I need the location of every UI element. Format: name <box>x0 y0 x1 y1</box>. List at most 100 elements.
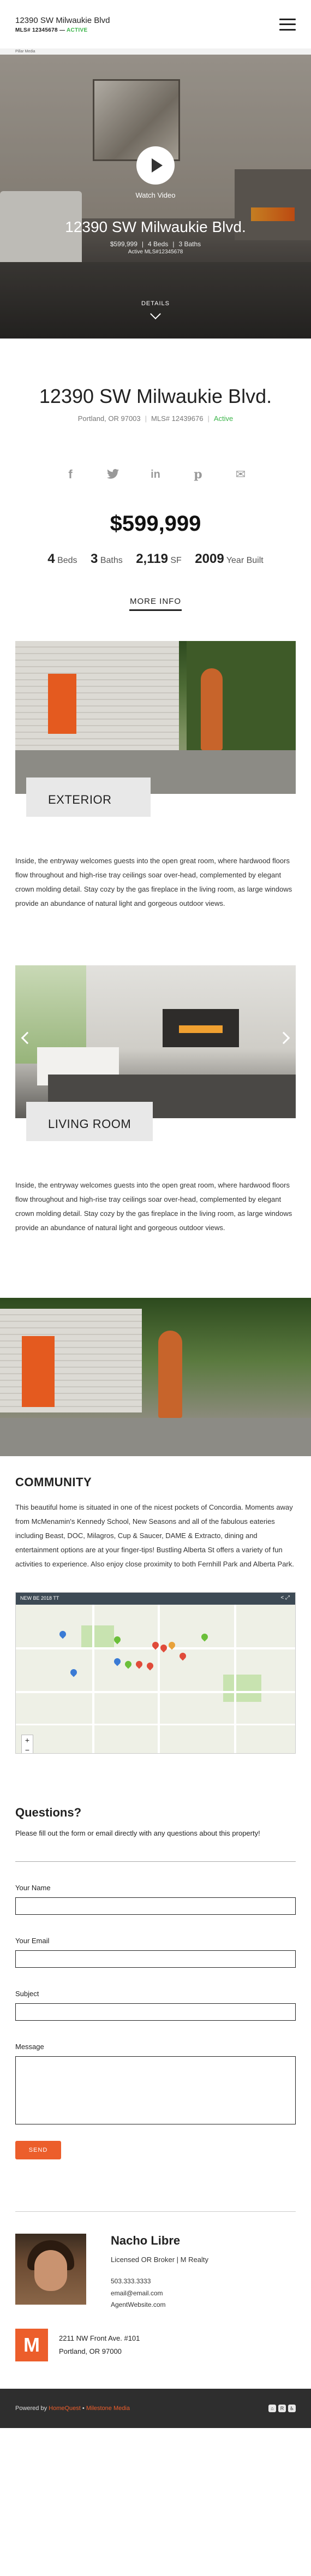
map-title: NEW BE 2018 TT <box>20 1595 59 1601</box>
contact-intro: Please fill out the form or email direct… <box>15 1829 260 1837</box>
contact-title: Questions? <box>15 1806 82 1819</box>
room-exterior: EXTERIOR Inside, the entryway welcomes g… <box>15 641 296 911</box>
hero-beds: 4 Beds <box>148 240 169 248</box>
map-pin[interactable] <box>123 1659 133 1669</box>
map-share-icon[interactable]: < ⤢ <box>280 1595 290 1601</box>
milestone-media-link[interactable]: Milestone Media <box>86 2405 130 2412</box>
linkedin-icon[interactable]: in <box>148 467 163 482</box>
living-room-photo <box>15 965 296 1118</box>
twitter-icon[interactable] <box>106 467 120 482</box>
community-section: COMMUNITY This beautiful home is situate… <box>0 1475 311 1754</box>
community-title: COMMUNITY <box>15 1475 92 1489</box>
facebook-icon[interactable]: f <box>63 467 77 482</box>
map-zoom-control[interactable]: + − <box>21 1735 33 1753</box>
header-text: 12390 SW Milwaukie Blvd MLS# 12345678 — … <box>15 16 110 33</box>
neighborhood-map[interactable]: NEW BE 2018 TT < ⤢ + − <box>15 1592 296 1754</box>
subject-input[interactable] <box>15 2003 296 2021</box>
hamburger-menu-icon[interactable] <box>279 18 296 31</box>
divider <box>15 1861 296 1862</box>
name-input[interactable] <box>15 1897 296 1915</box>
send-button[interactable]: SEND <box>15 2141 61 2160</box>
property-price: $599,999 <box>110 512 201 536</box>
map-pin[interactable] <box>69 1667 79 1677</box>
header-mls: MLS# 12345678 <box>15 27 58 33</box>
more-info-link[interactable]: MORE INFO <box>129 597 182 611</box>
message-input[interactable] <box>15 2056 296 2125</box>
property-meta: Portland, OR 97003 | MLS# 12439676 | Active <box>77 414 234 423</box>
hero-strip-text: Pillar Media <box>15 50 35 54</box>
office-info: M 2211 NW Front Ave. #101 Portland, OR 9… <box>0 2328 311 2361</box>
property-header: 12390 SW Milwaukie Blvd. Portland, OR 97… <box>0 339 311 423</box>
hero-baths: 3 Baths <box>178 240 201 248</box>
footer-icons: ⌂ R ♿ <box>268 2404 296 2412</box>
play-icon <box>152 158 163 173</box>
agent-photo <box>15 2234 86 2305</box>
map-pin[interactable] <box>178 1651 188 1661</box>
map-pin[interactable] <box>159 1643 169 1653</box>
agent-email[interactable]: email@email.com <box>111 2288 208 2300</box>
hero-banner: Watch Video 12390 SW Milwaukie Blvd. $59… <box>0 55 311 339</box>
email-icon[interactable]: ✉ <box>234 467 248 482</box>
room-description: Inside, the entryway welcomes guests int… <box>15 857 292 907</box>
property-specs: 4 Beds 3 Baths 2,119 SF 2009 Year Built <box>47 551 264 566</box>
map-pin[interactable] <box>200 1632 210 1642</box>
property-mls: MLS# 12439676 <box>151 414 204 423</box>
header-address: 12390 SW Milwaukie Blvd <box>15 15 110 25</box>
property-status: Active <box>213 414 234 423</box>
community-text: This beautiful home is situated in one o… <box>15 1503 294 1568</box>
map-pin[interactable] <box>58 1629 68 1639</box>
divider <box>15 2211 296 2212</box>
chevron-right-icon[interactable] <box>277 1031 290 1044</box>
chevron-down-icon <box>150 308 161 319</box>
agent-info: Nacho Libre Licensed OR Broker | M Realt… <box>111 2234 208 2311</box>
accessibility-icon: ♿ <box>288 2404 296 2412</box>
hero-price: $599,999 <box>110 240 137 248</box>
agent-title: Licensed OR Broker | M Realty <box>111 2256 208 2264</box>
map-pin[interactable] <box>145 1661 155 1671</box>
top-bar: 12390 SW Milwaukie Blvd MLS# 12345678 — … <box>0 0 311 49</box>
footer-credits: Powered by HomeQuest • Milestone Media <box>15 2405 130 2412</box>
realtor-icon: R <box>278 2404 286 2412</box>
hero-subline: Active MLS#12345678 <box>128 249 183 255</box>
name-field-group: Your Name <box>15 1884 296 1915</box>
header-dash: — <box>59 27 65 33</box>
backyard-photo <box>0 1298 311 1456</box>
exterior-photo <box>15 641 296 794</box>
details-label: DETAILS <box>141 300 170 307</box>
message-field-group: Message <box>15 2043 296 2125</box>
agent-card: Nacho Libre Licensed OR Broker | M Realt… <box>0 2234 311 2311</box>
room-living: LIVING ROOM Inside, the entryway welcome… <box>15 965 296 1235</box>
office-address: 2211 NW Front Ave. #101 Portland, OR 970… <box>59 2334 140 2355</box>
map-toolbar: NEW BE 2018 TT < ⤢ <box>16 1593 295 1605</box>
email-label: Your Email <box>15 1937 50 1945</box>
message-label: Message <box>15 2043 44 2051</box>
details-scroll-button[interactable]: DETAILS <box>0 300 311 319</box>
contact-form: Questions? Please fill out the form or e… <box>0 1806 311 2160</box>
equal-housing-icon: ⌂ <box>268 2404 276 2412</box>
agent-phone[interactable]: 503.333.3333 <box>111 2276 208 2288</box>
email-input[interactable] <box>15 1950 296 1968</box>
email-field-group: Your Email <box>15 1937 296 1968</box>
footer: Powered by HomeQuest • Milestone Media ⌂… <box>0 2388 311 2428</box>
map-pin[interactable] <box>134 1659 144 1669</box>
header-status: ACTIVE <box>66 27 88 33</box>
subject-label: Subject <box>15 1990 39 1998</box>
room-description: Inside, the entryway welcomes guests int… <box>15 1181 292 1232</box>
subject-field-group: Subject <box>15 1990 296 2021</box>
social-share-bar: f in p ✉ <box>0 467 311 482</box>
hero-stats: $599,999 | 4 Beds | 3 Baths <box>110 240 201 248</box>
map-pin[interactable] <box>112 1657 122 1666</box>
play-video-button[interactable] <box>136 146 175 185</box>
property-title: 12390 SW Milwaukie Blvd. <box>39 385 272 407</box>
hero-top-strip: Pillar Media <box>0 49 311 55</box>
room-label: LIVING ROOM <box>26 1102 153 1141</box>
room-label: EXTERIOR <box>26 777 151 817</box>
agent-name: Nacho Libre <box>111 2234 181 2248</box>
homequest-link[interactable]: HomeQuest <box>49 2405 81 2412</box>
watch-video-label[interactable]: Watch Video <box>0 191 311 199</box>
hero-title: 12390 SW Milwaukie Blvd. <box>65 218 246 235</box>
pinterest-icon[interactable]: p <box>191 467 205 482</box>
map-pin[interactable] <box>112 1635 122 1645</box>
agent-website[interactable]: AgentWebsite.com <box>111 2299 208 2311</box>
brokerage-logo: M <box>15 2328 48 2361</box>
